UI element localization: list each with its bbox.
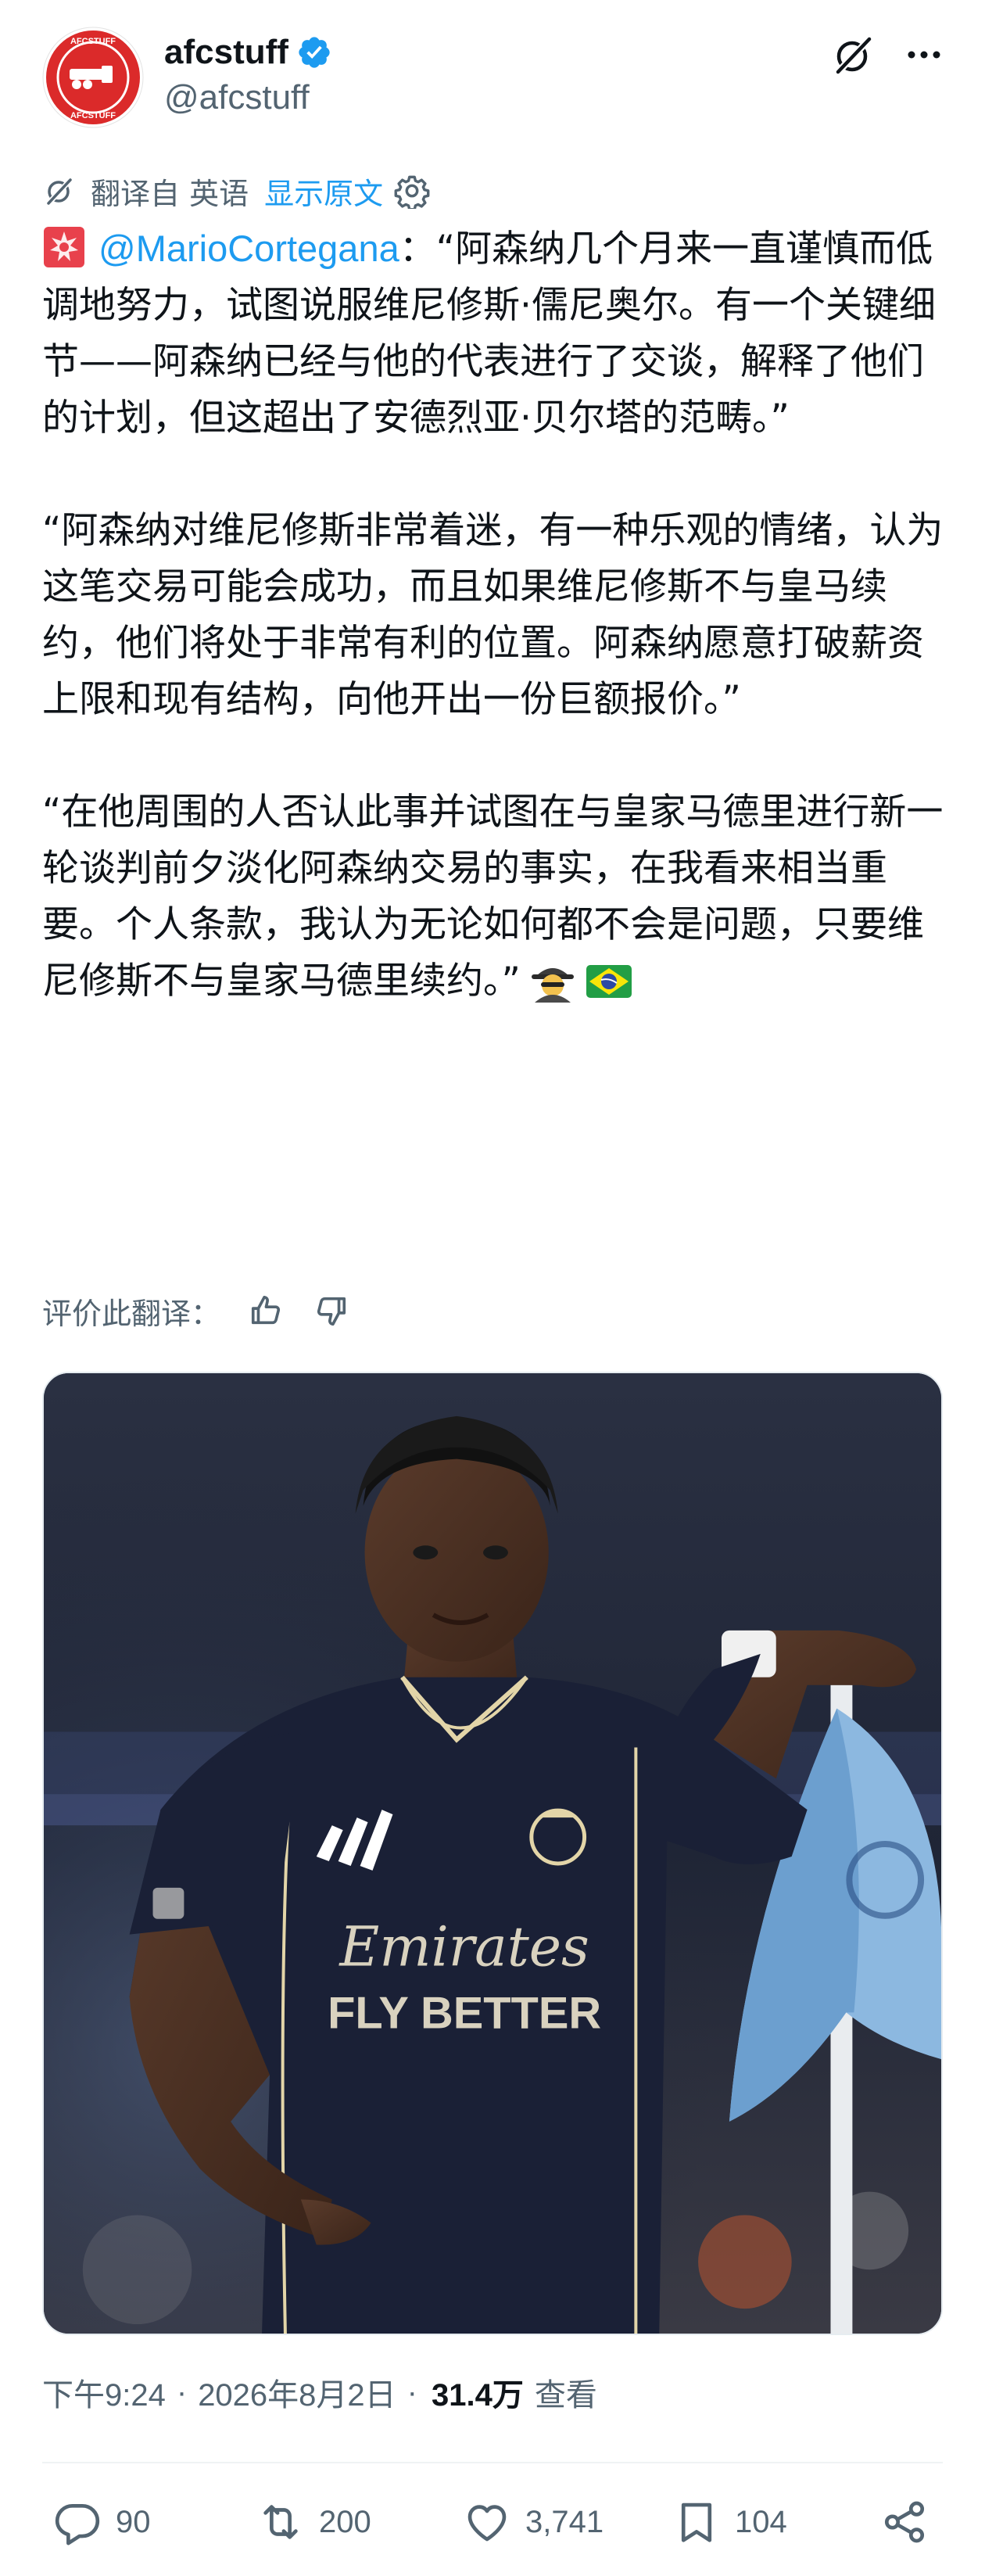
siren-emoji-icon [44, 227, 84, 267]
tweet-detail-page: AFCSTUFF AFCSTUFF afcstuff @afcstuff 翻译自… [0, 0, 985, 2576]
meta-separator-1: · [176, 2374, 188, 2409]
reply-button[interactable]: 90 [53, 2487, 151, 2557]
rate-translation-label: 评价此翻译： [42, 1296, 221, 1331]
author-name-row[interactable]: afcstuff [164, 33, 332, 72]
mention-link[interactable]: @MarioCortegana [98, 228, 399, 269]
paragraph-3-text: “在他周围的人否认此事并试图在与皇家马德里进行新一轮谈判前夕淡化阿森纳交易的事实… [42, 791, 944, 1003]
author-handle[interactable]: @afcstuff [164, 78, 310, 117]
translate-grok-icon [47, 177, 73, 205]
retweet-button[interactable]: 200 [256, 2487, 371, 2557]
retweet-count: 200 [319, 2504, 371, 2539]
tweet-time[interactable]: 下午9:24 [42, 2370, 166, 2415]
thumbs-up-icon[interactable] [249, 1293, 285, 1329]
like-count: 3,741 [525, 2504, 604, 2539]
show-original-link[interactable]: 显示原文 [264, 170, 383, 213]
tweet-paragraph-3: “在他周围的人否认此事并试图在与皇家马德里进行新一轮谈判前夕淡化阿森纳交易的事实… [42, 784, 949, 1010]
meta-separator-2: · [407, 2374, 417, 2409]
author-name[interactable]: afcstuff [164, 33, 288, 72]
share-button[interactable] [880, 2487, 929, 2557]
grok-icon[interactable] [829, 30, 879, 80]
heart-icon [467, 2505, 507, 2542]
rate-translation-row: 评价此翻译： [42, 1287, 349, 1334]
reply-count: 90 [116, 2504, 151, 2539]
action-bar: 90 200 3,741 104 [42, 2487, 943, 2557]
tweet-date[interactable]: 2026年8月2日 [198, 2370, 396, 2415]
retweet-icon [263, 2505, 298, 2539]
bookmark-button[interactable]: 104 [672, 2487, 787, 2557]
gear-icon[interactable] [394, 173, 430, 209]
tweet-paragraph-1: @MarioCortegana：“阿森纳几个月来一直谨慎而低调地努力，试图说服维… [42, 221, 949, 447]
tweet-paragraph-2: “阿森纳对维尼修斯非常着迷，有一种乐观的情绪，认为这笔交易可能会成功，而且如果维… [42, 509, 944, 721]
avatar-text-top: AFCSTUFF [70, 37, 116, 46]
tweet-text: @MarioCortegana：“阿森纳几个月来一直谨慎而低调地努力，试图说服维… [42, 221, 949, 1010]
brazil-flag-emoji-icon [586, 965, 632, 998]
like-button[interactable]: 3,741 [463, 2487, 604, 2557]
shirt-sponsor-top: Emirates [338, 1916, 589, 1979]
translation-bar: 翻译自 英语 显示原文 [42, 167, 430, 214]
views-label[interactable]: 查看 [535, 2370, 597, 2415]
verified-badge-icon [299, 37, 330, 68]
avatar-text-bottom: AFCSTUFF [70, 111, 116, 120]
bookmark-icon [681, 2502, 712, 2542]
author-avatar[interactable]: AFCSTUFF AFCSTUFF [42, 27, 144, 128]
bookmark-count: 104 [735, 2504, 787, 2539]
translated-from-label: 翻译自 英语 [91, 176, 249, 211]
reply-icon [55, 2504, 100, 2546]
player-photo-illustration: Emirates FLY BETTER [44, 1373, 941, 2334]
shirt-sponsor-bottom: FLY BETTER [328, 1988, 601, 2038]
actions-divider [42, 2462, 943, 2463]
tweet-meta: 下午9:24 · 2026年8月2日 · 31.4万 查看 [42, 2370, 597, 2415]
detective-emoji-icon [531, 968, 574, 1003]
thumbs-down-icon[interactable] [313, 1293, 349, 1329]
tweet-header: AFCSTUFF AFCSTUFF afcstuff @afcstuff [42, 27, 949, 128]
share-icon [884, 2501, 925, 2543]
views-count[interactable]: 31.4万 [432, 2370, 524, 2415]
tweet-photo[interactable]: Emirates FLY BETTER [42, 1372, 943, 2335]
more-options-icon[interactable] [899, 30, 949, 80]
